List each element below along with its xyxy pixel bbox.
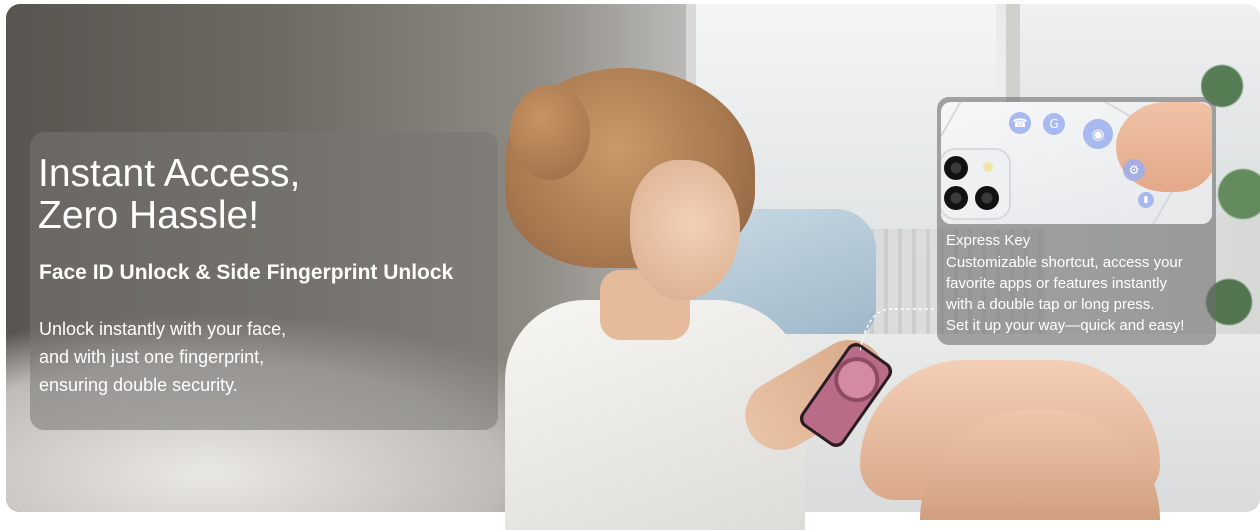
settings-app-icon: ⚙ xyxy=(1123,159,1145,181)
camera-lens-icon xyxy=(944,156,968,180)
camera-module xyxy=(941,150,1009,218)
camera-lens-icon xyxy=(944,186,968,210)
camera-lens-icon xyxy=(975,186,999,210)
woman-hair-bun xyxy=(510,85,590,180)
feature-description: Unlock instantly with your face, and wit… xyxy=(39,319,287,395)
camera-flash-icon xyxy=(983,162,993,172)
phone-app-icon: ☎ xyxy=(1009,112,1031,134)
headline: Instant Access, Zero Hassle! xyxy=(38,152,301,237)
dotted-connector xyxy=(860,308,939,351)
subheadline: Face ID Unlock & Side Fingerprint Unlock xyxy=(39,261,454,284)
express-key-image: ☎ G ◉ ⚙ ▮ xyxy=(941,102,1212,224)
google-app-icon: G xyxy=(1043,113,1065,135)
camera-app-icon: ◉ xyxy=(1083,119,1113,149)
express-key-title: Express Key xyxy=(946,232,1031,249)
flashlight-app-icon: ▮ xyxy=(1138,192,1154,208)
express-key-description: Customizable shortcut, access your favor… xyxy=(946,254,1185,334)
